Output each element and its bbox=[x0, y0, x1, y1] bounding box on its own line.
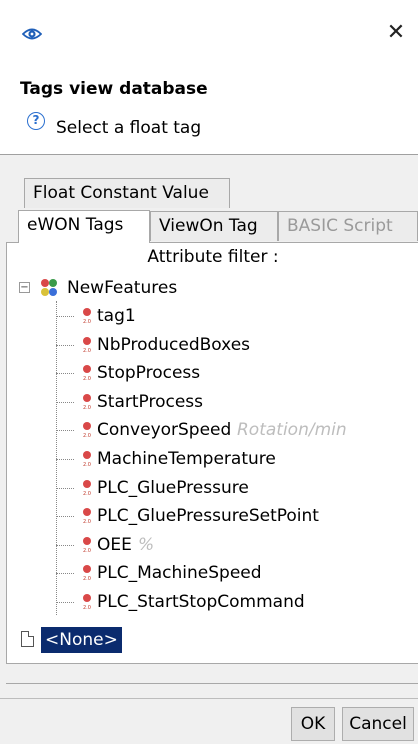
svg-text:2.0: 2.0 bbox=[83, 462, 91, 468]
tree-branch-line bbox=[56, 344, 74, 346]
tag-icon: 2.0 bbox=[83, 422, 93, 439]
header-separator bbox=[0, 154, 418, 155]
eye-icon bbox=[22, 28, 42, 40]
tag-label: PLC_GluePressure bbox=[97, 477, 249, 498]
svg-text:2.0: 2.0 bbox=[83, 376, 91, 382]
ok-button[interactable]: OK bbox=[291, 707, 335, 741]
tag-icon: 2.0 bbox=[83, 594, 93, 611]
tree-branch-line bbox=[56, 459, 74, 460]
svg-text:2.0: 2.0 bbox=[83, 319, 91, 325]
svg-text:2.0: 2.0 bbox=[83, 576, 91, 582]
tag-unit: Rotation/min bbox=[237, 420, 347, 441]
tag-group-icon bbox=[41, 279, 57, 296]
cancel-button[interactable]: Cancel bbox=[342, 707, 414, 741]
tree-branch-line bbox=[56, 487, 74, 489]
tree-branch-line bbox=[56, 373, 74, 375]
none-item-label[interactable]: <None> bbox=[41, 627, 122, 653]
tag-icon: 2.0 bbox=[83, 336, 93, 354]
tag-unit: % bbox=[138, 534, 155, 555]
tree-branch-line bbox=[56, 316, 74, 317]
dialog-title: Tags view database bbox=[20, 79, 208, 99]
tag-label: PLC_StartStopCommand bbox=[97, 592, 305, 612]
tree-branch-line bbox=[56, 602, 74, 603]
tag-icon: 2.0 bbox=[83, 393, 93, 411]
tags-panel: Attribute filter : − NewFeatures 2.0 tag1… bbox=[6, 242, 418, 664]
tag-icon: 2.0 bbox=[83, 479, 93, 497]
svg-text:2.0: 2.0 bbox=[83, 433, 91, 439]
tree-branch-line bbox=[56, 401, 74, 403]
tag-icon: 2.0 bbox=[83, 536, 93, 554]
svg-text:2.0: 2.0 bbox=[83, 548, 91, 554]
tree-branch-line bbox=[56, 573, 74, 575]
tree-branch-line bbox=[56, 516, 74, 518]
tag-icon: 2.0 bbox=[83, 308, 93, 325]
svg-text:2.0: 2.0 bbox=[83, 519, 91, 525]
close-button[interactable]: ✕ bbox=[384, 20, 408, 46]
tab-basic-script[interactable]: BASIC Script bbox=[278, 211, 418, 241]
tag-label: OEE bbox=[97, 534, 132, 555]
svg-text:2.0: 2.0 bbox=[83, 605, 91, 611]
dialog-header: ✕ Tags view database ? Select a float ta… bbox=[0, 0, 418, 154]
tag-label: StartProcess bbox=[97, 391, 204, 412]
question-circle-icon: ? bbox=[27, 112, 45, 130]
tag-icon: 2.0 bbox=[83, 451, 93, 468]
tag-label: PLC_MachineSpeed bbox=[97, 563, 262, 584]
tag-label: tag1 bbox=[97, 306, 136, 326]
tag-label: PLC_GluePressureSetPoint bbox=[97, 506, 319, 527]
panel-bottom-border bbox=[6, 683, 418, 684]
svg-text:2.0: 2.0 bbox=[83, 405, 91, 411]
tag-icon: 2.0 bbox=[83, 565, 93, 582]
tab-ewon-tags[interactable]: eWON Tags bbox=[18, 210, 150, 243]
button-bar-separator bbox=[0, 698, 418, 699]
tree-guide-line bbox=[56, 301, 57, 615]
dialog-message: Select a float tag bbox=[56, 118, 202, 138]
tag-label: StopProcess bbox=[97, 363, 201, 384]
tab-float-constant-value[interactable]: Float Constant Value bbox=[24, 178, 230, 208]
tag-icon: 2.0 bbox=[83, 508, 93, 525]
collapse-icon[interactable]: − bbox=[19, 282, 30, 293]
attribute-filter-label: Attribute filter : bbox=[147, 247, 279, 267]
close-icon: ✕ bbox=[386, 20, 406, 45]
svg-text:2.0: 2.0 bbox=[83, 491, 91, 497]
tree-branch-line bbox=[56, 430, 74, 432]
tree-branch-line bbox=[56, 544, 74, 546]
document-icon bbox=[21, 631, 34, 647]
tag-label: NbProducedBoxes bbox=[97, 334, 251, 355]
tag-label: MachineTemperature bbox=[97, 449, 276, 469]
tag-icon: 2.0 bbox=[83, 365, 93, 382]
tab-viewon-tag[interactable]: ViewOn Tag bbox=[150, 211, 278, 241]
svg-text:2.0: 2.0 bbox=[83, 348, 91, 354]
tag-tree: − NewFeatures 2.0 tag1 2.0 NbProducedBoxes 2… bbox=[15, 271, 415, 619]
tag-label: ConveyorSpeed bbox=[97, 420, 232, 441]
tree-root-label: NewFeatures bbox=[67, 278, 178, 298]
